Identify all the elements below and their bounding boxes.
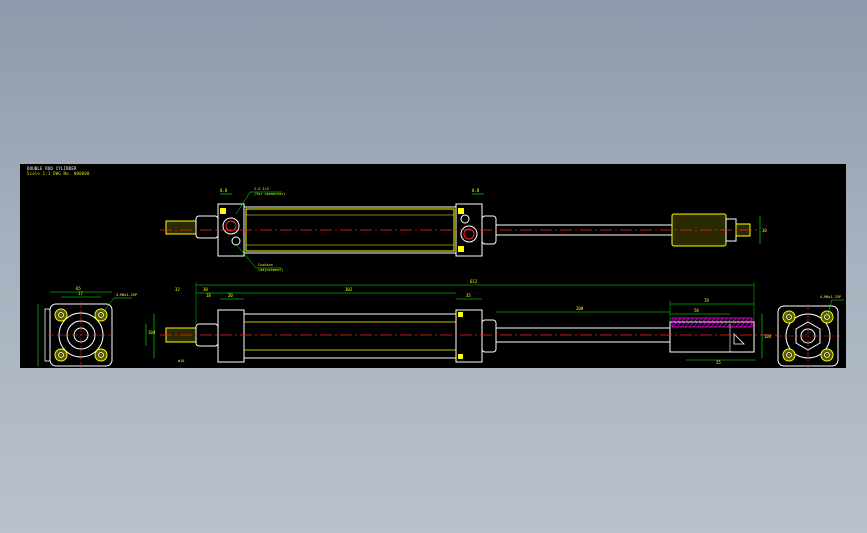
note-small-left: ø10 bbox=[178, 359, 184, 363]
dim-top-b: 8.8 bbox=[472, 188, 480, 193]
dim-right-height: 104 bbox=[764, 334, 772, 339]
dim-flange-b: 20 bbox=[228, 293, 233, 298]
dim-top-a: 8.8 bbox=[220, 188, 228, 193]
cad-drawing: 612 302 200 32 30 18 20 35 78 50 25 104 … bbox=[37, 187, 844, 368]
left-end-view bbox=[37, 291, 132, 368]
dim-clevis-b: 50 bbox=[694, 308, 699, 313]
dim-flange-a: 18 bbox=[206, 293, 211, 298]
note-left-end: 4-M8x1.25P bbox=[116, 293, 137, 297]
top-left-port-inner bbox=[225, 220, 237, 232]
dim-cap-a: 32 bbox=[175, 287, 180, 292]
right-end-view bbox=[776, 299, 844, 368]
top-right-port-inner bbox=[463, 228, 475, 240]
dim-overall: 612 bbox=[470, 279, 478, 284]
dim-end-view-inner: 17 bbox=[78, 291, 83, 296]
dim-clevis-a: 78 bbox=[704, 298, 709, 303]
dim-rod-side: 30 bbox=[762, 228, 767, 233]
dim-cap-b: 30 bbox=[203, 287, 208, 292]
dim-head: 35 bbox=[466, 293, 471, 298]
note-cushion-detail: (adjustment) bbox=[258, 268, 283, 272]
note-ports: 2-G 1/4 bbox=[254, 187, 269, 191]
top-left-port-marker bbox=[220, 208, 226, 214]
drawing-viewport[interactable]: DOUBLE ROD CYLINDER Scale 1:1 DWG No. 00… bbox=[20, 164, 846, 368]
drawing-subtitle: Scale 1:1 DWG No. 000000 bbox=[27, 171, 90, 176]
dim-stroke: 200 bbox=[576, 306, 584, 311]
top-right-cushion bbox=[460, 214, 470, 224]
side-view bbox=[145, 282, 780, 363]
dim-clevis-bottom: 25 bbox=[716, 360, 721, 365]
side-barrel bbox=[243, 313, 457, 359]
note-cushion: Cushion bbox=[258, 263, 273, 267]
top-left-cushion bbox=[231, 236, 241, 246]
top-left-port-outer bbox=[222, 217, 240, 235]
top-right-port-outer bbox=[460, 225, 478, 243]
note-right-end: 4-M8x1.25P bbox=[820, 295, 841, 299]
side-clevis-hatch bbox=[671, 317, 753, 328]
side-left-flange bbox=[217, 309, 245, 363]
dim-body: 302 bbox=[345, 287, 353, 292]
note-ports-detail: (for connector) bbox=[254, 192, 286, 196]
top-left-sleeve bbox=[195, 215, 219, 239]
top-left-rod-stub bbox=[165, 220, 197, 235]
dim-left-height: 104 bbox=[148, 330, 156, 335]
top-view bbox=[160, 191, 761, 269]
